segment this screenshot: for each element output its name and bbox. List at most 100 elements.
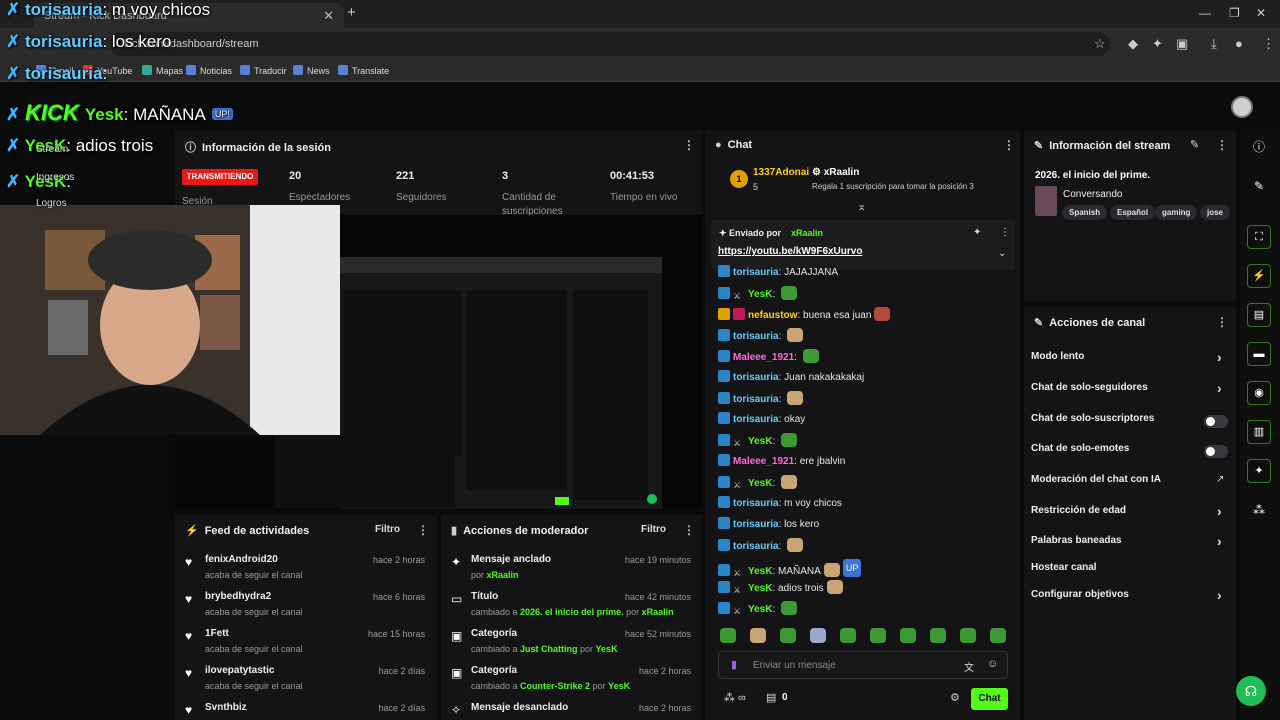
chat-username[interactable]: YesK <box>748 583 772 594</box>
channel-action-item[interactable]: Moderación del chat con IA ↗ <box>1024 474 1236 492</box>
mod-filter-button[interactable]: Filtro <box>641 524 666 535</box>
chat-username[interactable]: torisauria <box>733 267 779 278</box>
kebab-menu-icon[interactable]: ⋮ <box>683 138 695 152</box>
pin-toggle-icon[interactable]: ✦ <box>973 227 981 238</box>
chat-username[interactable]: Maleee_1921 <box>733 456 794 467</box>
stream-tag[interactable]: gaming <box>1155 205 1198 220</box>
toggle-switch[interactable] <box>1204 445 1228 458</box>
channel-action-item[interactable]: Hostear canal <box>1024 562 1236 580</box>
puzzle-icon[interactable]: ▣ <box>1176 36 1188 52</box>
chat-message[interactable]: Maleee_1921: ere jbalvin <box>718 454 845 470</box>
chat-message[interactable]: ⚔ YesK: adios trois <box>718 580 843 596</box>
chat-username[interactable]: torisauria <box>733 331 779 342</box>
quick-emote-icon[interactable] <box>780 628 796 643</box>
chat-username[interactable]: torisauria <box>733 394 779 405</box>
mod-action-item[interactable]: ▣ Categoría cambiado a Counter-Strike 2 po… <box>451 665 701 699</box>
address-input[interactable]: kick.com/dashboard/stream <box>110 32 1110 56</box>
close-window-icon[interactable]: ✕ <box>1256 6 1266 20</box>
extension-icon[interactable]: ✦ <box>1152 36 1163 52</box>
chat-message[interactable]: ⚔ YesK: <box>718 433 798 449</box>
chat-username[interactable]: torisauria <box>733 519 779 530</box>
pinned-message[interactable]: ✦ Enviado por xRaalin https://youtu.be/k… <box>711 220 1015 270</box>
user-avatar[interactable] <box>1231 96 1253 118</box>
chat-username[interactable]: nefaustow <box>748 310 797 321</box>
channel-action-item[interactable]: Palabras baneadas › <box>1024 533 1236 553</box>
chat-message[interactable]: ⚔ YesK: <box>718 286 798 302</box>
emoji-icon[interactable]: ☺ <box>987 658 998 670</box>
kebab-menu-icon[interactable]: ⋮ <box>1003 138 1015 152</box>
quick-emote-icon[interactable] <box>750 628 766 643</box>
translate-chat-icon[interactable]: 文 <box>964 659 974 674</box>
chat-message[interactable]: torisauria: <box>718 328 804 344</box>
send-chat-button[interactable]: Chat <box>971 688 1008 710</box>
activity-feed-item[interactable]: ♥ brybedhydra2 acaba de seguir el canal hac… <box>185 591 435 625</box>
channel-action-item[interactable]: Chat de solo-emotes <box>1024 443 1236 461</box>
chat-username[interactable]: Maleee_1921 <box>733 352 794 363</box>
quick-emote-icon[interactable] <box>900 628 916 643</box>
chat-username[interactable]: YesK <box>748 289 772 300</box>
chat-message[interactable]: torisauria: <box>718 391 804 407</box>
edit-icon[interactable]: ✎ <box>1247 174 1271 198</box>
collapse-icon[interactable]: ⌅ <box>857 200 866 213</box>
mod-action-item[interactable]: ✧ Mensaje desanclado hace 2 horas <box>451 702 701 720</box>
bookmark-star-icon[interactable]: ☆ <box>1094 36 1106 52</box>
maximize-icon[interactable]: ❐ <box>1229 6 1240 20</box>
minimize-icon[interactable]: — <box>1199 6 1211 20</box>
chat-message[interactable]: ⚔ YesK: <box>718 475 798 491</box>
chat-message[interactable]: torisauria: m voy chicos <box>718 496 842 512</box>
mod-action-item[interactable]: ▣ Categoría cambiado a Just Chatting por Y… <box>451 628 701 662</box>
more-icon[interactable]: ⁂ <box>1247 498 1271 522</box>
profile-icon[interactable]: ● <box>1235 36 1243 51</box>
channel-action-item[interactable]: Modo lento › <box>1024 349 1236 369</box>
channel-action-item[interactable]: Chat de solo-seguidores › <box>1024 380 1236 400</box>
bookmark-translate-en[interactable]: Translate <box>338 65 389 76</box>
activity-filter-button[interactable]: Filtro <box>375 524 400 535</box>
channel-action-item[interactable]: Chat de solo-suscriptores <box>1024 413 1236 431</box>
chat-message[interactable]: torisauria: <box>718 538 804 554</box>
bookmark-news-en[interactable]: News <box>293 65 330 76</box>
chat-username[interactable]: YesK <box>748 566 772 577</box>
toggle-switch[interactable] <box>1204 415 1228 428</box>
kebab-menu-icon[interactable]: ⋮ <box>417 523 429 537</box>
close-tab-icon[interactable]: ✕ <box>323 8 334 24</box>
stream-category[interactable]: Conversando <box>1063 189 1122 200</box>
chat-username[interactable]: YesK <box>748 604 772 615</box>
info-icon[interactable]: ⓘ <box>1247 135 1271 159</box>
chat-message[interactable]: torisauria: los kero <box>718 517 819 533</box>
bookmark-news[interactable]: Noticias <box>186 65 232 76</box>
pinned-link[interactable]: https://youtu.be/kW9F6xUurvo <box>718 246 862 257</box>
broadcast-icon[interactable]: ◉ <box>1247 381 1271 405</box>
help-headset-button[interactable]: ☊ <box>1236 676 1266 706</box>
activity-feed-item[interactable]: ♥ Svnthbiz hace 2 días <box>185 702 435 720</box>
new-tab-icon[interactable]: + <box>347 4 356 21</box>
chat-icon[interactable]: ▬ <box>1247 342 1271 366</box>
edit-pencil-icon[interactable]: ✎ <box>1190 138 1199 151</box>
chat-username[interactable]: torisauria <box>733 372 779 383</box>
clips-icon[interactable]: ⛶ <box>1247 225 1271 249</box>
stream-tag[interactable]: Español <box>1110 205 1156 220</box>
mod-action-item[interactable]: ▭ Título cambiado a 2026. el inicio del pr… <box>451 591 701 625</box>
kebab-menu-icon[interactable]: ⋮ <box>1000 227 1010 238</box>
chat-message[interactable]: ⚔ YesK: <box>718 601 798 617</box>
lightning-icon[interactable]: ⚡ <box>1247 264 1271 288</box>
chat-username[interactable]: torisauria <box>733 541 779 552</box>
chevron-down-icon[interactable]: ⌄ <box>998 248 1006 259</box>
kebab-menu-icon[interactable]: ⋮ <box>1216 138 1228 152</box>
download-icon[interactable]: ⤓ <box>1211 36 1217 52</box>
extension-icon[interactable]: ◆ <box>1128 36 1138 52</box>
kebab-menu-icon[interactable]: ⋮ <box>1216 315 1228 329</box>
kebab-menu-icon[interactable]: ⋮ <box>683 523 695 537</box>
bookmark-translate[interactable]: Traducir <box>240 65 287 76</box>
top-gifter-name[interactable]: 1337Adonai <box>753 167 809 178</box>
mod-action-item[interactable]: ✦ Mensaje anclado por xRaalin hace 19 minut… <box>451 554 701 588</box>
tools-icon[interactable]: ✦ <box>1247 459 1271 483</box>
quick-emote-icon[interactable] <box>720 628 736 643</box>
chat-message[interactable]: torisauria: Juan nakakakakaj <box>718 370 864 386</box>
menu-icon[interactable]: ⋮ <box>1262 36 1275 52</box>
chat-username[interactable]: torisauria <box>733 414 779 425</box>
quick-emote-icon[interactable] <box>930 628 946 643</box>
mic-icon[interactable]: ▮ <box>731 658 737 671</box>
bookmark-maps[interactable]: Mapas <box>142 65 183 76</box>
quick-emote-icon[interactable] <box>810 628 826 643</box>
document-icon[interactable]: ▤ <box>1247 303 1271 327</box>
